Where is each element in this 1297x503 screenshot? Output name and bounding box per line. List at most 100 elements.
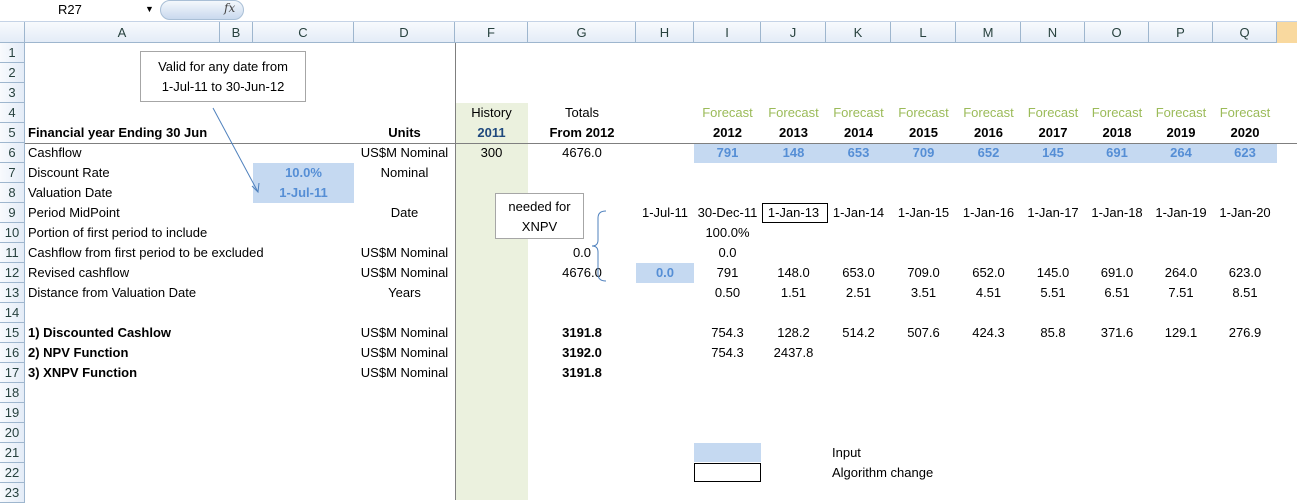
callout-valid-range[interactable]: Valid for any date from 1-Jul-11 to 30-J… — [140, 51, 306, 102]
cell-P5[interactable]: 2019 — [1149, 123, 1213, 143]
cell-M12[interactable]: 652.0 — [956, 263, 1021, 283]
cell-A11[interactable]: Cashflow from first period to be exclude… — [25, 243, 264, 263]
cell-D9[interactable]: Date — [354, 203, 455, 223]
row-header-13[interactable]: 13 — [0, 283, 25, 303]
cell-I10[interactable]: 100.0% — [694, 223, 761, 243]
cell-G5[interactable]: From 2012 — [528, 123, 636, 143]
column-header-D[interactable]: D — [354, 22, 455, 43]
cell-P15[interactable]: 129.1 — [1149, 323, 1213, 343]
cell-L6[interactable]: 709 — [891, 143, 956, 163]
cell-N13[interactable]: 5.51 — [1021, 283, 1085, 303]
cell-N4[interactable]: Forecast — [1021, 103, 1085, 123]
name-box[interactable]: R27 — [0, 1, 155, 19]
cell-D12[interactable]: US$M Nominal — [354, 263, 455, 283]
cell-G12[interactable]: 4676.0 — [528, 263, 636, 283]
row-header-6[interactable]: 6 — [0, 143, 25, 163]
cell-I15[interactable]: 754.3 — [694, 323, 761, 343]
cell-M13[interactable]: 4.51 — [956, 283, 1021, 303]
cell-M9[interactable]: 1-Jan-16 — [956, 203, 1021, 223]
cell-J15[interactable]: 128.2 — [761, 323, 826, 343]
insert-function-icon[interactable]: fx — [224, 1, 235, 15]
cell-L13[interactable]: 3.51 — [891, 283, 956, 303]
cell-O15[interactable]: 371.6 — [1085, 323, 1149, 343]
cell-J4[interactable]: Forecast — [761, 103, 826, 123]
cell-C8[interactable]: 1-Jul-11 — [253, 183, 354, 203]
cell-K9[interactable]: 1-Jan-14 — [826, 203, 891, 223]
cell-M6[interactable]: 652 — [956, 143, 1021, 163]
cell-O5[interactable]: 2018 — [1085, 123, 1149, 143]
cell-O4[interactable]: Forecast — [1085, 103, 1149, 123]
cell-P4[interactable]: Forecast — [1149, 103, 1213, 123]
cell-A12[interactable]: Revised cashflow — [25, 263, 220, 283]
cell-K21[interactable]: Input — [829, 443, 979, 463]
column-header-K[interactable]: K — [826, 22, 891, 43]
cell-F6[interactable]: 300 — [455, 143, 528, 163]
column-header-O[interactable]: O — [1085, 22, 1149, 43]
cell-G4[interactable]: Totals — [528, 103, 636, 123]
cell-J9[interactable]: 1-Jan-13 — [761, 203, 826, 223]
row-header-9[interactable]: 9 — [0, 203, 25, 223]
select-all-button[interactable] — [0, 22, 25, 43]
row-header-15[interactable]: 15 — [0, 323, 25, 343]
cell-G11[interactable]: 0.0 — [528, 243, 636, 263]
cell-D16[interactable]: US$M Nominal — [354, 343, 455, 363]
cell-K5[interactable]: 2014 — [826, 123, 891, 143]
row-header-1[interactable]: 1 — [0, 43, 25, 63]
cell-A6[interactable]: Cashflow — [25, 143, 220, 163]
row-header-8[interactable]: 8 — [0, 183, 25, 203]
cell-I11[interactable]: 0.0 — [694, 243, 761, 263]
cell-M5[interactable]: 2016 — [956, 123, 1021, 143]
cell-N9[interactable]: 1-Jan-17 — [1021, 203, 1085, 223]
column-header-H[interactable]: H — [636, 22, 694, 43]
cell-A5[interactable]: Financial year Ending 30 Jun — [25, 123, 220, 143]
cell-K22[interactable]: Algorithm change — [829, 463, 979, 483]
cell-O12[interactable]: 691.0 — [1085, 263, 1149, 283]
row-header-11[interactable]: 11 — [0, 243, 25, 263]
cell-N6[interactable]: 145 — [1021, 143, 1085, 163]
cell-G16[interactable]: 3192.0 — [528, 343, 636, 363]
cell-N12[interactable]: 145.0 — [1021, 263, 1085, 283]
cell-A10[interactable]: Portion of first period to include — [25, 223, 220, 243]
cell-D15[interactable]: US$M Nominal — [354, 323, 455, 343]
cell-O6[interactable]: 691 — [1085, 143, 1149, 163]
cell-H12[interactable]: 0.0 — [636, 263, 694, 283]
cell-Q15[interactable]: 276.9 — [1213, 323, 1277, 343]
row-header-16[interactable]: 16 — [0, 343, 25, 363]
cell-P6[interactable]: 264 — [1149, 143, 1213, 163]
column-header-I[interactable]: I — [694, 22, 761, 43]
row-header-3[interactable]: 3 — [0, 83, 25, 103]
cell-N5[interactable]: 2017 — [1021, 123, 1085, 143]
cell-A9[interactable]: Period MidPoint — [25, 203, 220, 223]
column-header-C[interactable]: C — [253, 22, 354, 43]
cell-F4[interactable]: History — [455, 103, 528, 123]
cell-A8[interactable]: Valuation Date — [25, 183, 220, 203]
cell-K15[interactable]: 514.2 — [826, 323, 891, 343]
cell-I6[interactable]: 791 — [694, 143, 761, 163]
cell-Q13[interactable]: 8.51 — [1213, 283, 1277, 303]
row-header-12[interactable]: 12 — [0, 263, 25, 283]
cell-A13[interactable]: Distance from Valuation Date — [25, 283, 220, 303]
cell-I9[interactable]: 30-Dec-11 — [694, 203, 761, 223]
cell-M15[interactable]: 424.3 — [956, 323, 1021, 343]
name-box-dropdown-icon[interactable]: ▼ — [145, 4, 154, 14]
cell-J13[interactable]: 1.51 — [761, 283, 826, 303]
row-header-19[interactable]: 19 — [0, 403, 25, 423]
cell-D5[interactable]: Units — [354, 123, 455, 143]
cell-Q4[interactable]: Forecast — [1213, 103, 1277, 123]
cell-N15[interactable]: 85.8 — [1021, 323, 1085, 343]
row-header-21[interactable]: 21 — [0, 443, 25, 463]
cell-D7[interactable]: Nominal — [354, 163, 455, 183]
column-header-A[interactable]: A — [25, 22, 220, 43]
cell-D6[interactable]: US$M Nominal — [354, 143, 455, 163]
cell-L15[interactable]: 507.6 — [891, 323, 956, 343]
cell-H9[interactable]: 1-Jul-11 — [636, 203, 694, 223]
cell-G6[interactable]: 4676.0 — [528, 143, 636, 163]
column-header-M[interactable]: M — [956, 22, 1021, 43]
cell-P12[interactable]: 264.0 — [1149, 263, 1213, 283]
cell-M4[interactable]: Forecast — [956, 103, 1021, 123]
cell-I16[interactable]: 754.3 — [694, 343, 761, 363]
cell-G15[interactable]: 3191.8 — [528, 323, 636, 343]
cell-J16[interactable]: 2437.8 — [761, 343, 826, 363]
column-header-B[interactable]: B — [220, 22, 253, 43]
cell-L4[interactable]: Forecast — [891, 103, 956, 123]
